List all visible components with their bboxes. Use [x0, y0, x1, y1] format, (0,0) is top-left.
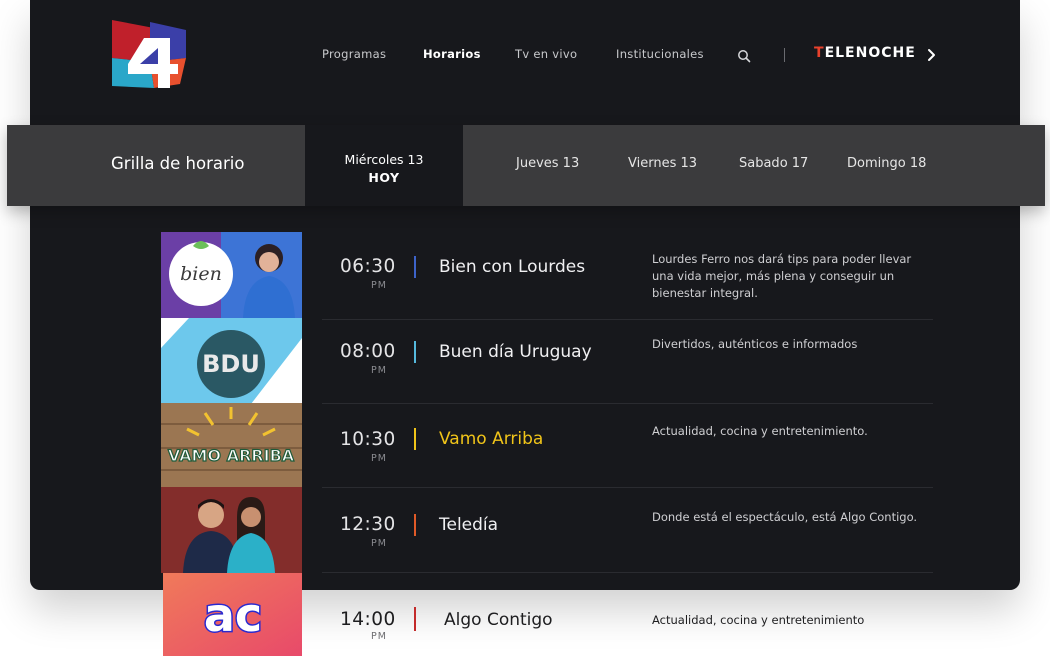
telenoche-rest: ELENOCHE [824, 45, 916, 61]
accent-bar-5 [414, 607, 416, 631]
telenoche-link[interactable]: TELENOCHE [814, 45, 916, 61]
thumbnail-bien-con-lourdes[interactable]: bien [161, 232, 302, 318]
ampm-4: PM [371, 538, 387, 549]
ampm-2: PM [371, 365, 387, 376]
program-desc-3: Actualidad, cocina y entretenimiento. [652, 424, 868, 438]
day-tab-active-name: Miércoles 13 [344, 152, 424, 167]
program-title-4[interactable]: Teledía [439, 515, 498, 535]
day-tab-today-label: HOY [368, 170, 400, 185]
accent-bar-1 [414, 256, 416, 278]
row-divider [322, 572, 933, 573]
time-slot-4[interactable]: 12:30 [340, 514, 396, 535]
row-divider [322, 403, 933, 404]
search-icon[interactable] [737, 49, 751, 63]
day-tab-active[interactable]: Miércoles 13 HOY [305, 125, 463, 206]
program-desc-2: Divertidos, auténticos e informados [652, 337, 858, 351]
thumb-label-bien: bien [180, 263, 222, 285]
nav-programas[interactable]: Programas [322, 47, 386, 61]
nav-institucionales[interactable]: Institucionales [616, 47, 704, 61]
time-slot-2[interactable]: 08:00 [340, 341, 396, 362]
thumb-label-bdu: BDU [202, 350, 260, 378]
program-title-1[interactable]: Bien con Lourdes [439, 257, 585, 277]
nav-tv-en-vivo[interactable]: Tv en vivo [515, 47, 577, 61]
nav-horarios[interactable]: Horarios [423, 47, 481, 61]
ampm-1: PM [371, 280, 387, 291]
ampm-5: PM [371, 631, 387, 642]
program-desc-5: Actualidad, cocina y entretenimiento [652, 613, 865, 627]
program-title-5[interactable]: Algo Contigo [444, 610, 553, 630]
accent-bar-3 [414, 428, 416, 450]
thumbnail-teledia[interactable] [161, 487, 302, 573]
day-tab-viernes[interactable]: Viernes 13 [628, 156, 697, 171]
row-divider [322, 319, 933, 320]
thumb-label-vamo-arriba: VAMO ARRIBA [168, 446, 295, 465]
schedule-grid-title: Grilla de horario [111, 154, 245, 173]
ampm-3: PM [371, 453, 387, 464]
accent-bar-2 [414, 341, 416, 363]
thumbnail-algo-contigo[interactable]: ac [163, 573, 302, 656]
program-title-2[interactable]: Buen día Uruguay [439, 342, 592, 362]
day-tab-jueves[interactable]: Jueves 13 [516, 156, 579, 171]
day-selector-bar: Grilla de horario Miércoles 13 HOY Jueve… [7, 125, 1045, 206]
thumbnail-vamo-arriba[interactable]: VAMO ARRIBA [161, 403, 302, 489]
time-slot-3[interactable]: 10:30 [340, 429, 396, 450]
time-slot-1[interactable]: 06:30 [340, 256, 396, 277]
day-tab-sabado[interactable]: Sabado 17 [739, 156, 808, 171]
thumb-label-ac: ac [204, 588, 262, 642]
time-slot-5[interactable]: 14:00 [340, 609, 396, 630]
program-desc-4: Donde está el espectáculo, está Algo Con… [652, 510, 918, 524]
program-title-3[interactable]: Vamo Arriba [439, 429, 543, 449]
day-tab-domingo[interactable]: Domingo 18 [847, 156, 926, 171]
row-divider [322, 487, 933, 488]
accent-bar-4 [414, 514, 416, 536]
telenoche-t: T [814, 45, 825, 61]
chevron-right-icon[interactable] [926, 48, 936, 62]
nav-divider [784, 48, 785, 62]
thumbnail-buen-dia-uruguay[interactable]: BDU [161, 318, 302, 404]
program-desc-1: Lourdes Ferro nos dará tips para poder l… [652, 252, 912, 300]
channel-4-logo[interactable] [110, 18, 188, 90]
